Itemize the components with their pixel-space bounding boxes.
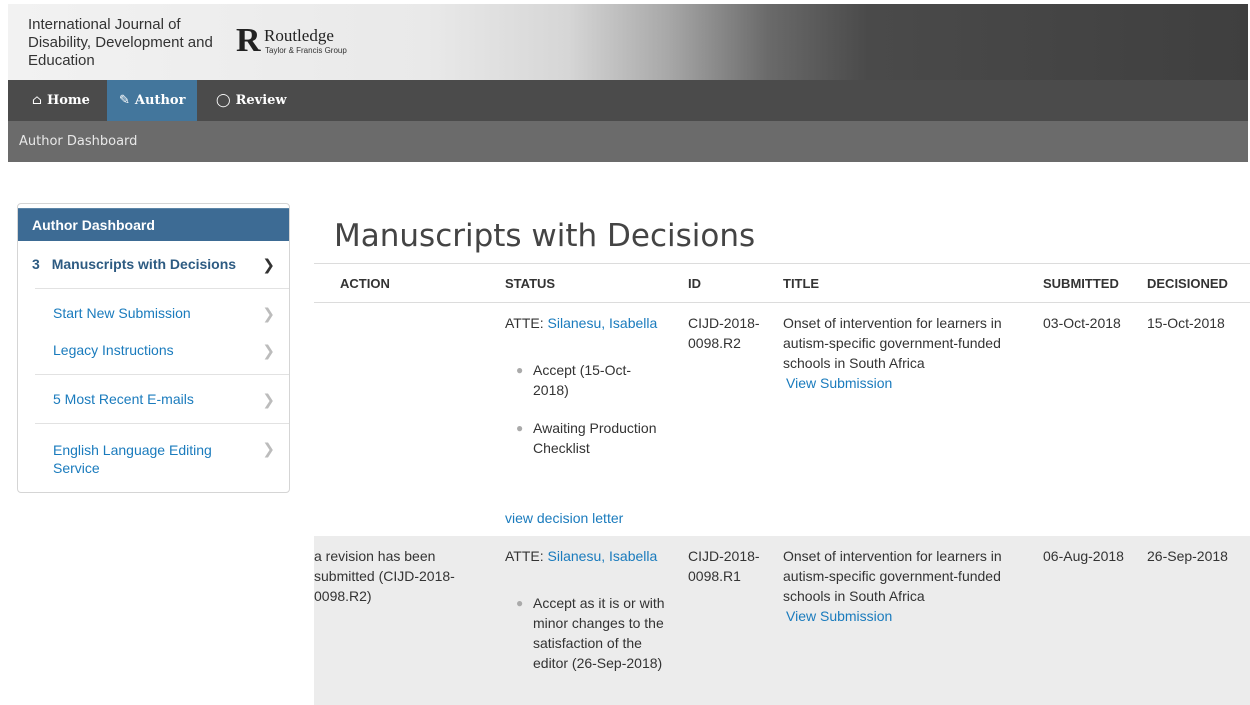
table-header: ACTION STATUS ID TITLE SUBMITTED DECISIO… <box>314 263 1250 303</box>
sidebar-item-label: English Language Editing Service <box>53 442 212 476</box>
manuscript-title: Onset of intervention for learners in au… <box>783 548 1002 604</box>
chevron-right-icon: ❯ <box>262 257 275 274</box>
table-row: ATTE: Silanesu, Isabella ● Accept (15-Oc… <box>314 303 1250 536</box>
sidebar-item-label: Manuscripts with Decisions <box>51 256 237 272</box>
column-header-title: TITLE <box>783 276 820 291</box>
column-header-status: STATUS <box>505 276 556 291</box>
view-submission-link[interactable]: View Submission <box>786 606 892 626</box>
status-attention: ATTE: Silanesu, Isabella <box>505 313 657 333</box>
nav-author-label: Author <box>134 93 186 108</box>
journal-title[interactable]: International Journal of Disability, Dev… <box>28 16 218 70</box>
nav-review-label: Review <box>235 93 287 108</box>
bullet-icon: ● <box>516 421 524 435</box>
sub-nav: Author Dashboard <box>8 121 1248 162</box>
nav-home-label: Home <box>46 93 90 108</box>
column-header-id: ID <box>688 276 701 291</box>
header-banner: International Journal of Disability, Dev… <box>8 4 1248 80</box>
chevron-right-icon: ❯ <box>262 306 275 323</box>
submitted-date: 06-Aug-2018 <box>1043 548 1124 564</box>
column-header-decisioned: DECISIONED <box>1147 276 1228 291</box>
pencil-icon: ✎ <box>119 93 130 108</box>
nav-author[interactable]: ✎ Author <box>107 80 198 121</box>
status-item-text: Awaiting Production Checklist <box>533 420 657 456</box>
publisher-logo-mark: R <box>236 22 261 59</box>
status-item: ● Awaiting Production Checklist <box>516 418 663 458</box>
sidebar-divider <box>35 288 289 289</box>
manuscript-title: Onset of intervention for learners in au… <box>783 315 1002 371</box>
chevron-right-icon: ❯ <box>262 392 275 409</box>
publisher-subtitle: Taylor & Francis Group <box>265 46 347 55</box>
status-prefix: ATTE: <box>505 315 544 331</box>
sidebar-item-label: 5 Most Recent E-mails <box>53 391 194 407</box>
sidebar-item-recent-emails[interactable]: 5 Most Recent E-mails ❯ <box>53 391 289 409</box>
sidebar-divider <box>35 374 289 375</box>
status-person-link[interactable]: Silanesu, Isabella <box>548 315 658 331</box>
decisioned-date: 15-Oct-2018 <box>1147 315 1225 331</box>
page-title: Manuscripts with Decisions <box>334 218 756 254</box>
column-header-action: ACTION <box>340 276 390 291</box>
sidebar-item-label: Legacy Instructions <box>53 342 174 358</box>
view-decision-letter-link[interactable]: view decision letter <box>505 508 623 528</box>
publisher-name: Routledge <box>264 26 334 45</box>
home-icon: ⌂ <box>32 93 42 108</box>
decisioned-date: 26-Sep-2018 <box>1147 548 1228 564</box>
comment-icon: ◯ <box>216 93 231 108</box>
sidebar-item-count: 3 <box>32 256 40 272</box>
status-attention: ATTE: Silanesu, Isabella <box>505 546 657 566</box>
sidebar-item-label: Start New Submission <box>53 305 191 321</box>
nav-home[interactable]: ⌂ Home <box>20 80 102 121</box>
nav-review[interactable]: ◯ Review <box>204 80 299 121</box>
publisher-logo: R Routledge Taylor & Francis Group <box>236 24 376 58</box>
submitted-date: 03-Oct-2018 <box>1043 315 1121 331</box>
action-text: a revision has been submitted (CIJD-2018… <box>314 548 455 604</box>
chevron-right-icon: ❯ <box>262 441 275 458</box>
status-item-text: Accept (15-Oct-2018) <box>533 362 632 398</box>
table-row: a revision has been submitted (CIJD-2018… <box>314 536 1250 705</box>
manuscript-id: CIJD-2018-0098.R1 <box>688 548 760 584</box>
status-item: ● Accept as it is or with minor changes … <box>516 593 673 673</box>
status-item: ● Accept (15-Oct-2018) <box>516 360 663 400</box>
sidebar-item-legacy-instructions[interactable]: Legacy Instructions ❯ <box>53 342 289 360</box>
sidebar-divider <box>35 423 289 424</box>
manuscript-id: CIJD-2018-0098.R2 <box>688 315 760 351</box>
chevron-right-icon: ❯ <box>262 343 275 360</box>
status-item-text: Accept as it is or with minor changes to… <box>533 595 665 671</box>
top-nav: ⌂ Home ✎ Author ◯ Review <box>8 80 1248 121</box>
sidebar-item-english-editing[interactable]: English Language Editing Service ❯ <box>49 441 289 477</box>
sidebar-heading: Author Dashboard <box>18 208 289 241</box>
column-header-submitted: SUBMITTED <box>1043 276 1119 291</box>
view-submission-link[interactable]: View Submission <box>786 373 892 393</box>
status-prefix: ATTE: <box>505 548 544 564</box>
bullet-icon: ● <box>516 596 524 610</box>
bullet-icon: ● <box>516 363 524 377</box>
breadcrumb-author-dashboard[interactable]: Author Dashboard <box>19 121 137 162</box>
sidebar: Author Dashboard 3 Manuscripts with Deci… <box>17 203 290 493</box>
sidebar-item-manuscripts-with-decisions[interactable]: 3 Manuscripts with Decisions ❯ <box>32 256 289 274</box>
status-person-link[interactable]: Silanesu, Isabella <box>548 548 658 564</box>
sidebar-item-start-new-submission[interactable]: Start New Submission ❯ <box>53 305 289 323</box>
